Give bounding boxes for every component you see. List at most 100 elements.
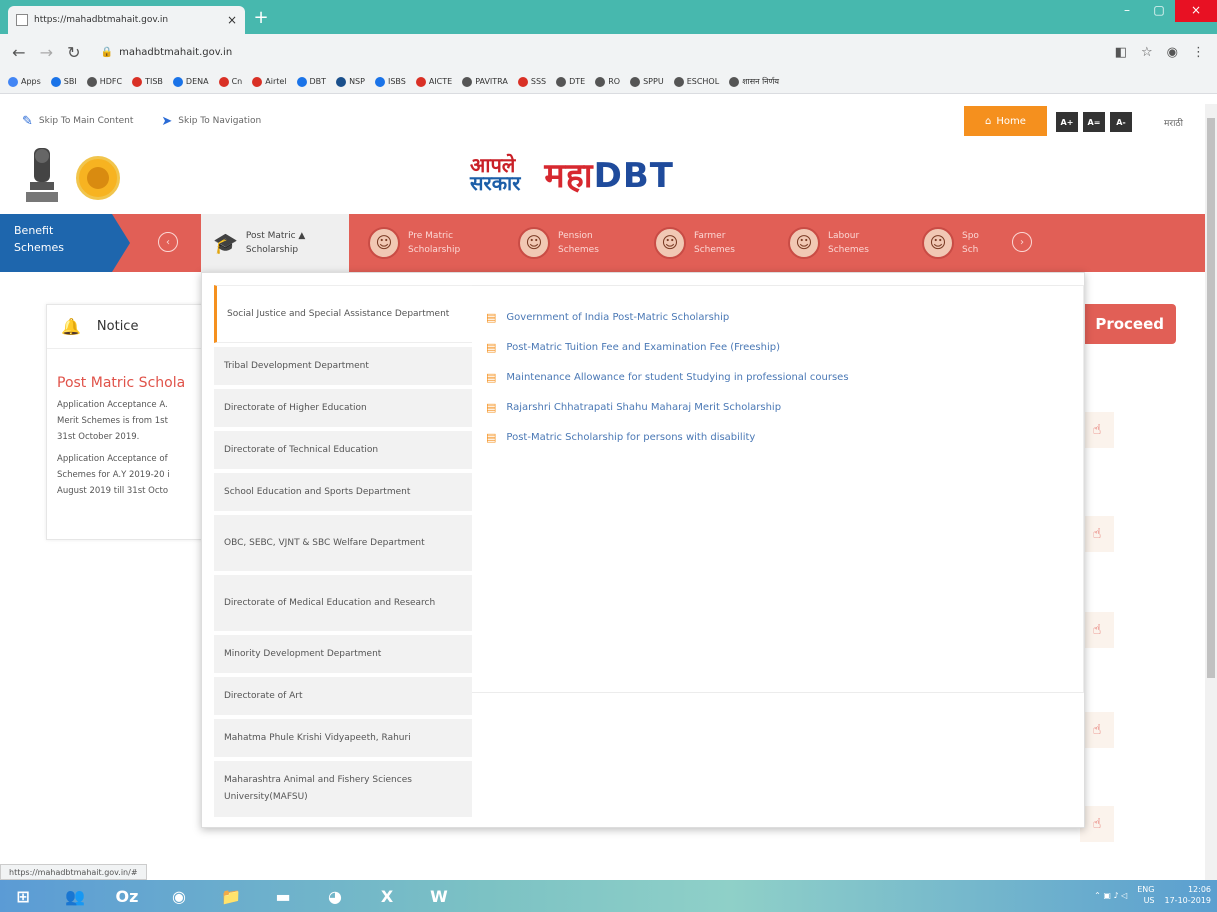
menu-icon[interactable]: ⋮ bbox=[1192, 45, 1205, 60]
bookmark-sppu[interactable]: SPPU bbox=[630, 76, 664, 87]
nav-pension-schemes[interactable]: ☺ Pension Schemes bbox=[518, 214, 599, 272]
bookmark-isbs[interactable]: ISBS bbox=[374, 76, 406, 87]
browser-tab[interactable]: https://mahadbtmahait.gov.in × bbox=[8, 6, 245, 34]
new-tab-button[interactable]: + bbox=[252, 9, 270, 28]
bookmark-dte[interactable]: DTE bbox=[556, 76, 586, 87]
send-icon: ➤ bbox=[161, 113, 173, 129]
input-language[interactable]: ENG US bbox=[1137, 884, 1154, 906]
profile-icon[interactable]: ◉ bbox=[1167, 45, 1178, 60]
skip-nav-link[interactable]: ➤ Skip To Navigation bbox=[161, 114, 261, 129]
bookmark-label: DTE bbox=[569, 77, 586, 86]
tab-close-button[interactable]: × bbox=[227, 13, 237, 27]
tray-icons[interactable]: ⌃ ▣ ♪ ◁ bbox=[1094, 891, 1127, 900]
post-matric-dropdown: Social Justice and Special Assistance De… bbox=[201, 272, 1085, 828]
bookmark-tisb[interactable]: TISB bbox=[132, 76, 163, 87]
bookmark-dena[interactable]: DENA bbox=[172, 76, 209, 87]
pencil-icon: ✎ bbox=[22, 113, 33, 129]
taskbar-app-icon[interactable]: X bbox=[372, 883, 402, 909]
department-item[interactable]: Social Justice and Special Assistance De… bbox=[214, 285, 472, 343]
department-item[interactable]: Minority Development Department bbox=[214, 635, 472, 673]
browser-tabstrip: https://mahadbtmahait.gov.in × + – ▢ × bbox=[0, 0, 1217, 34]
minimize-button[interactable]: – bbox=[1111, 0, 1143, 22]
bookmark-sbi[interactable]: SBI bbox=[50, 76, 77, 87]
department-item[interactable]: School Education and Sports Department bbox=[214, 473, 472, 511]
bookmark-cn[interactable]: Cn bbox=[218, 76, 243, 87]
bookmark-star-icon[interactable]: ☆ bbox=[1141, 45, 1153, 60]
skip-main-label: Skip To Main Content bbox=[38, 116, 134, 126]
scheme-link[interactable]: ▤ Maintenance Allowance for student Study… bbox=[486, 362, 1083, 392]
taskbar-app-icon[interactable]: ◉ bbox=[164, 883, 194, 909]
document-icon: ▤ bbox=[486, 340, 497, 354]
url-text: mahadbtmahait.gov.in bbox=[119, 46, 233, 58]
bookmark--[interactable]: शासन निर्णय bbox=[729, 76, 779, 87]
reload-icon[interactable]: ↻ bbox=[67, 43, 81, 62]
bookmark-dbt[interactable]: DBT bbox=[296, 76, 326, 87]
bookmark-favicon-icon bbox=[132, 76, 143, 87]
nav-prev-button[interactable]: ‹ bbox=[158, 232, 178, 252]
department-item[interactable]: Directorate of Higher Education bbox=[214, 389, 472, 427]
language-link[interactable]: मराठी bbox=[1164, 116, 1183, 129]
department-item[interactable]: Directorate of Medical Education and Res… bbox=[214, 575, 472, 631]
font-reset-button[interactable]: A= bbox=[1083, 112, 1105, 132]
taskbar-app-icon[interactable]: ▬ bbox=[268, 883, 298, 909]
skip-main-link[interactable]: ✎ Skip To Main Content bbox=[22, 114, 133, 129]
bookmark-label: Cn bbox=[231, 77, 243, 86]
url-input[interactable]: 🔒 mahadbtmahait.gov.in bbox=[95, 39, 1101, 65]
bookmark-nsp[interactable]: NSP bbox=[336, 76, 365, 87]
hand-pointer-icon[interactable]: ☝ bbox=[1080, 806, 1114, 842]
department-item[interactable]: Directorate of Art bbox=[214, 677, 472, 715]
nav-farmer-schemes[interactable]: ☺ Farmer Schemes bbox=[654, 214, 735, 272]
nav-post-matric-scholarship[interactable]: 🎓 Post Matric ▲ Scholarship bbox=[201, 214, 349, 272]
bookmark-hdfc[interactable]: HDFC bbox=[86, 76, 122, 87]
extension-icon[interactable]: ◧ bbox=[1115, 45, 1127, 60]
department-item[interactable]: OBC, SEBC, VJNT & SBC Welfare Department bbox=[214, 515, 472, 571]
department-item[interactable]: Maharashtra Animal and Fishery Sciences … bbox=[214, 761, 472, 817]
hand-pointer-icon[interactable]: ☝ bbox=[1080, 712, 1114, 748]
labour-avatar-icon: ☺ bbox=[788, 227, 820, 259]
font-increase-button[interactable]: A+ bbox=[1056, 112, 1078, 132]
department-item[interactable]: Directorate of Technical Education bbox=[214, 431, 472, 469]
taskbar-app-icon[interactable]: ◕ bbox=[320, 883, 350, 909]
bookmark-aicte[interactable]: AICTE bbox=[415, 76, 452, 87]
scheme-link[interactable]: ▤ Government of India Post-Matric Scholar… bbox=[486, 302, 1083, 332]
scheme-link[interactable]: ▤ Post-Matric Scholarship for persons wit… bbox=[486, 422, 1083, 452]
department-item[interactable]: Mahatma Phule Krishi Vidyapeeth, Rahuri bbox=[214, 719, 472, 757]
page-scrollbar[interactable] bbox=[1205, 104, 1217, 880]
font-decrease-button[interactable]: A- bbox=[1110, 112, 1132, 132]
scheme-link-label: Government of India Post-Matric Scholars… bbox=[506, 311, 730, 323]
nav-pre-matric-scholarship[interactable]: ☺ Pre Matric Scholarship bbox=[368, 214, 460, 272]
nav-next-button[interactable]: › bbox=[1012, 232, 1032, 252]
bookmark-apps[interactable]: Apps bbox=[8, 76, 41, 87]
back-icon[interactable]: ← bbox=[12, 43, 26, 62]
taskbar-app-icon[interactable]: 👥 bbox=[60, 883, 90, 909]
bookmark-sss[interactable]: SSS bbox=[517, 76, 546, 87]
proceed-button[interactable]: Proceed bbox=[1072, 304, 1176, 344]
scheme-panel: ▤ Government of India Post-Matric Scholar… bbox=[472, 285, 1084, 693]
close-window-button[interactable]: × bbox=[1175, 0, 1217, 22]
bookmark-eschol[interactable]: ESCHOL bbox=[673, 76, 719, 87]
home-button[interactable]: ⌂ Home bbox=[964, 106, 1047, 136]
system-clock[interactable]: 12:06 17-10-2019 bbox=[1165, 884, 1212, 906]
nav-sports-schemes[interactable]: ☺ Spo Sch bbox=[922, 214, 979, 272]
bookmark-pavitra[interactable]: PAVITRA bbox=[462, 76, 508, 87]
nav-labour-schemes[interactable]: ☺ Labour Schemes bbox=[788, 214, 869, 272]
windows-start-icon[interactable]: ⊞ bbox=[8, 883, 38, 909]
scrollbar-thumb[interactable] bbox=[1207, 118, 1215, 678]
scheme-link[interactable]: ▤ Post-Matric Tuition Fee and Examination… bbox=[486, 332, 1083, 362]
taskbar-app-icon[interactable]: Oz bbox=[112, 883, 142, 909]
site-header: आपले सरकार महाDBT bbox=[0, 138, 1205, 214]
taskbar-app-icon[interactable]: 📁 bbox=[216, 883, 246, 909]
scheme-link[interactable]: ▤ Rajarshri Chhatrapati Shahu Maharaj Mer… bbox=[486, 392, 1083, 422]
taskbar-app-icon[interactable]: W bbox=[424, 883, 454, 909]
bookmark-airtel[interactable]: Airtel bbox=[252, 76, 287, 87]
hand-pointer-icon[interactable]: ☝ bbox=[1080, 516, 1114, 552]
hand-pointer-icon[interactable]: ☝ bbox=[1080, 412, 1114, 448]
hand-pointer-icon[interactable]: ☝ bbox=[1080, 612, 1114, 648]
bookmark-ro[interactable]: RO bbox=[595, 76, 620, 87]
student-avatar-icon: ☺ bbox=[368, 227, 400, 259]
department-item[interactable]: Tribal Development Department bbox=[214, 347, 472, 385]
mahadbt-logo[interactable]: आपले सरकार महाDBT bbox=[470, 148, 674, 200]
maximize-button[interactable]: ▢ bbox=[1143, 0, 1175, 22]
notice-title[interactable]: Post Matric Schola bbox=[47, 349, 215, 391]
forward-icon[interactable]: → bbox=[40, 43, 54, 62]
